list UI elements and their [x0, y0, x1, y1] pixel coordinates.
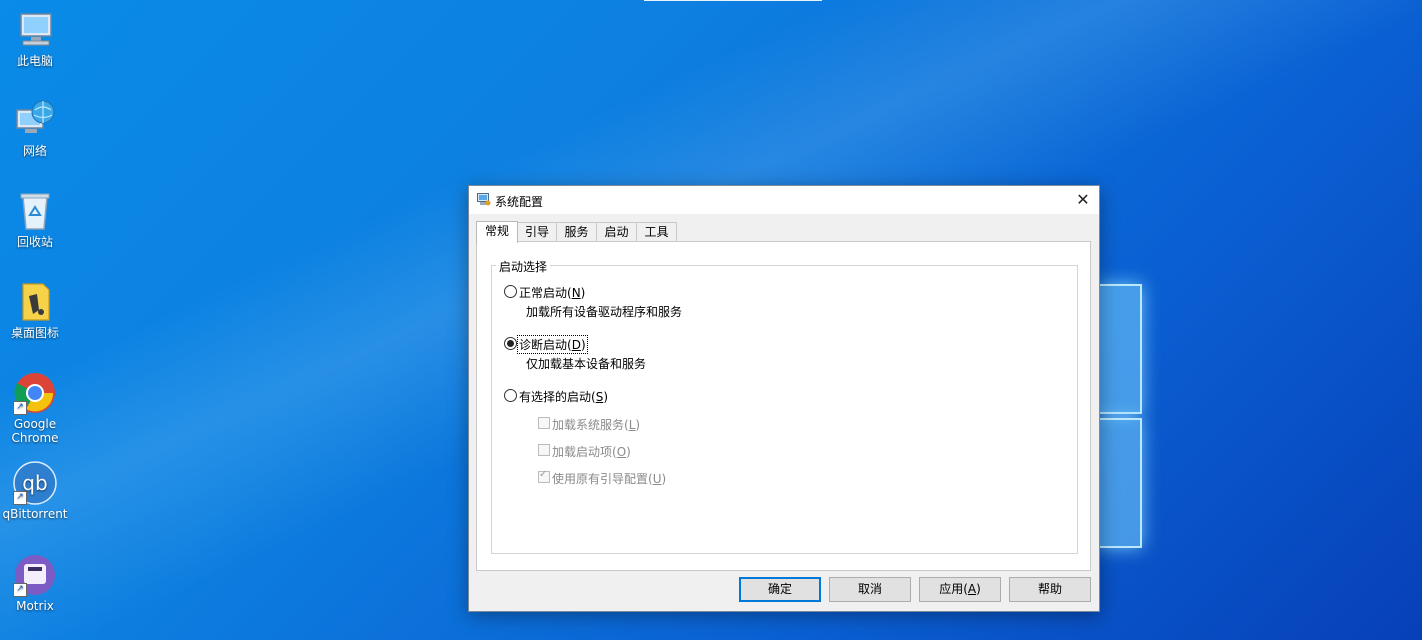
system-configuration-dialog: 系统配置 ✕ 常规 引导 服务 启动 工具 启动选择 正常启动(N) 加载所有设…	[468, 185, 1100, 612]
desktop-icon-network[interactable]: 网络	[0, 98, 70, 158]
load-system-services-label: 加载系统服务(L)	[552, 418, 641, 432]
desktop-icon-recycle-bin[interactable]: 回收站	[0, 189, 70, 249]
group-title: 启动选择	[496, 258, 551, 275]
shortcut-arrow-icon: ↗	[13, 583, 27, 597]
load-system-services-checkbox[interactable]	[538, 417, 550, 429]
radio-selected-dot	[507, 340, 514, 347]
desktop-icon-label: qBittorrent	[2, 507, 68, 521]
recycle-bin-icon	[13, 189, 57, 233]
computer-icon	[13, 8, 57, 52]
network-globe-icon	[13, 98, 57, 142]
desktop-icon-qbittorrent[interactable]: qb ↗ qBittorrent	[0, 461, 70, 521]
qbittorrent-icon: qb ↗	[13, 461, 57, 505]
normal-startup-label[interactable]: 正常启动(N)	[519, 284, 585, 301]
desktop-icon-label: 回收站	[16, 235, 53, 249]
dialog-titlebar[interactable]: 系统配置 ✕	[469, 186, 1099, 214]
tab-startup[interactable]: 启动	[596, 222, 637, 242]
desktop-icon-desktop-icons[interactable]: 桌面图标	[0, 280, 70, 340]
motrix-icon: ↗	[13, 553, 57, 597]
selective-startup-label[interactable]: 有选择的启动(S)	[519, 388, 608, 405]
desktop-icon-label: Google Chrome	[11, 417, 59, 445]
tab-general[interactable]: 常规	[476, 221, 518, 243]
normal-startup-description: 加载所有设备驱动程序和服务	[526, 305, 683, 319]
msconfig-icon	[477, 193, 491, 206]
general-tab-panel: 启动选择 正常启动(N) 加载所有设备驱动程序和服务 诊断启动(D) 仅加载基本…	[476, 241, 1091, 571]
use-original-boot-config-label: 使用原有引导配置(U)	[552, 472, 667, 486]
load-startup-items-checkbox[interactable]	[538, 444, 550, 456]
shortcut-arrow-icon: ↗	[13, 491, 27, 505]
diagnostic-startup-description: 仅加载基本设备和服务	[526, 357, 647, 371]
close-icon: ✕	[1076, 190, 1090, 209]
ok-button[interactable]: 确定	[739, 577, 821, 602]
diagnostic-startup-radio[interactable]	[504, 337, 517, 350]
apply-button[interactable]: 应用(A)	[919, 577, 1001, 602]
startup-selection-group: 启动选择 正常启动(N) 加载所有设备驱动程序和服务 诊断启动(D) 仅加载基本…	[491, 258, 1078, 554]
close-button[interactable]: ✕	[1067, 186, 1099, 214]
desktop-icon-google-chrome[interactable]: ↗ Google Chrome	[0, 371, 70, 445]
desktop-icon-label: 桌面图标	[10, 326, 59, 340]
top-edge-highlight	[644, 0, 822, 1]
dialog-title: 系统配置	[495, 195, 544, 209]
desktop-icon-label: 此电脑	[16, 54, 53, 68]
desktop-icon-this-pc[interactable]: 此电脑	[0, 8, 70, 68]
tab-services[interactable]: 服务	[556, 222, 597, 242]
load-startup-items-label: 加载启动项(O)	[552, 445, 631, 459]
use-original-boot-config-checkbox[interactable]: ✓	[538, 469, 550, 483]
selective-startup-radio[interactable]	[504, 389, 517, 402]
desktop-icon-motrix[interactable]: ↗ Motrix	[0, 553, 70, 613]
folder-icon	[13, 280, 57, 324]
shortcut-arrow-icon: ↗	[13, 401, 27, 415]
desktop-icon-label: 网络	[22, 144, 47, 158]
desktop-icon-label: Motrix	[16, 599, 54, 613]
cancel-button[interactable]: 取消	[829, 577, 911, 602]
chrome-icon: ↗	[13, 371, 57, 415]
checkmark-icon: ✓	[539, 469, 548, 480]
tab-boot[interactable]: 引导	[517, 222, 557, 242]
tab-tools[interactable]: 工具	[636, 222, 677, 242]
help-button[interactable]: 帮助	[1009, 577, 1091, 602]
normal-startup-radio[interactable]	[504, 285, 517, 298]
diagnostic-startup-label[interactable]: 诊断启动(D)	[517, 335, 588, 354]
